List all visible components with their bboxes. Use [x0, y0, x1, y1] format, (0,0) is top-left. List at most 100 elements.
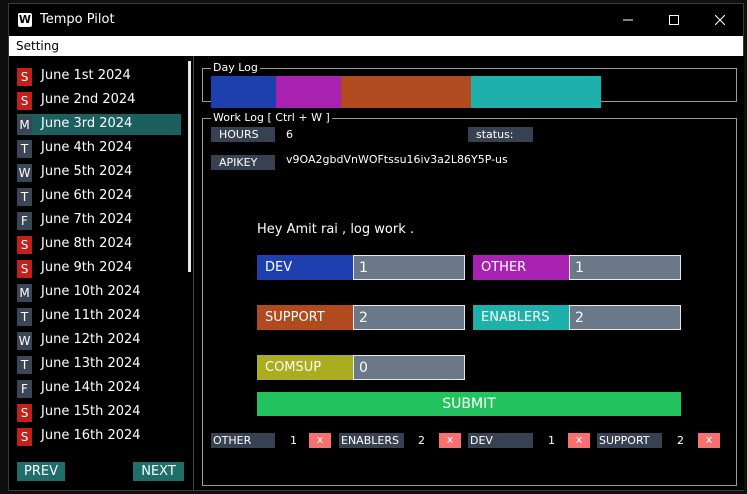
date-label: June 10th 2024 [41, 284, 141, 299]
main-panel: Day Log Work Log [ Ctrl + W ] HOURS 6 st… [193, 56, 744, 490]
chip-label: ENABLERS [339, 433, 404, 448]
enablers-hours-input[interactable]: 2 [569, 305, 681, 330]
day-log-segment-support [341, 76, 471, 108]
weekday-badge: S [17, 260, 32, 278]
chip-remove-button[interactable]: x [698, 433, 720, 448]
menu-item-setting[interactable]: Setting [16, 39, 59, 53]
app-logo-icon: W [18, 13, 32, 27]
day-log-legend: Day Log [211, 61, 260, 75]
day-log-segment-enablers [471, 76, 601, 108]
date-list-item[interactable]: F June 14th 2024 [17, 378, 181, 399]
chip-label: DEV [468, 433, 533, 448]
weekday-badge: W [17, 332, 32, 350]
comsup-category-label: COMSUP [257, 355, 354, 380]
date-label: June 9th 2024 [41, 260, 133, 275]
chip-count: 1 [290, 434, 297, 447]
chip-label: OTHER [211, 433, 275, 448]
weekday-badge: T [17, 356, 32, 374]
work-log-group: Work Log [ Ctrl + W ] HOURS 6 status: AP… [202, 111, 737, 486]
date-label: June 13th 2024 [41, 356, 141, 371]
weekday-badge: M [17, 116, 32, 134]
menu-bar: Setting [9, 36, 743, 56]
support-category-label: SUPPORT [257, 305, 354, 330]
other-category-label: OTHER [473, 255, 570, 280]
greeting-text: Hey Amit rai , log work . [257, 222, 414, 237]
date-list-item[interactable]: S June 2nd 2024 [17, 90, 181, 111]
enablers-category-label: ENABLERS [473, 305, 570, 330]
date-label: June 4th 2024 [41, 140, 133, 155]
date-label: June 11th 2024 [41, 308, 141, 323]
maximize-icon [669, 15, 679, 25]
weekday-badge: T [17, 308, 32, 326]
weekday-badge: S [17, 92, 32, 110]
date-list-item[interactable]: T June 11th 2024 [17, 306, 181, 327]
next-button[interactable]: NEXT [133, 462, 184, 481]
apikey-label: APIKEY [211, 155, 275, 170]
date-list-item[interactable]: S June 8th 2024 [17, 234, 181, 255]
date-label: June 14th 2024 [41, 380, 141, 395]
chip-count: 1 [548, 434, 555, 447]
date-label: June 2nd 2024 [41, 92, 136, 107]
apikey-value: v9OA2gbdVnWOFtssu16iv3a2L86Y5P-us [286, 153, 508, 166]
weekday-badge: S [17, 68, 32, 86]
support-hours-input[interactable]: 2 [353, 305, 465, 330]
title-bar: W Tempo Pilot [9, 4, 743, 36]
maximize-button[interactable] [651, 4, 697, 36]
app-window: W Tempo Pilot Setting S June 1st 2024 S Jun… [8, 3, 744, 491]
weekday-badge: W [17, 164, 32, 182]
weekday-badge: M [17, 284, 32, 302]
date-label: June 5th 2024 [41, 164, 133, 179]
minimize-icon [623, 19, 633, 21]
weekday-badge: F [17, 380, 32, 398]
submit-button[interactable]: SUBMIT [257, 392, 681, 416]
chip-remove-button[interactable]: x [439, 433, 461, 448]
chip-remove-button[interactable]: x [309, 433, 331, 448]
date-list-item[interactable]: T June 6th 2024 [17, 186, 181, 207]
minimize-button[interactable] [605, 4, 651, 36]
date-list-item[interactable]: S June 16th 2024 [17, 426, 181, 447]
hours-label: HOURS [211, 127, 275, 142]
comsup-hours-input[interactable]: 0 [353, 355, 465, 380]
close-button[interactable] [697, 4, 743, 36]
chip-label: SUPPORT [597, 433, 662, 448]
date-list-item[interactable]: M June 10th 2024 [17, 282, 181, 303]
prev-button[interactable]: PREV [17, 462, 65, 481]
date-list-item[interactable]: S June 9th 2024 [17, 258, 181, 279]
close-icon [715, 15, 725, 25]
sidebar-scrollbar[interactable] [188, 61, 191, 272]
weekday-badge: S [17, 428, 32, 446]
date-label: June 16th 2024 [41, 428, 141, 443]
day-log-segment-other [276, 76, 341, 108]
date-sidebar: S June 1st 2024 S June 2nd 2024 M June 3rd 20… [9, 56, 192, 490]
weekday-badge: T [17, 188, 32, 206]
day-log-segment-dev [211, 76, 276, 108]
weekday-badge: F [17, 212, 32, 230]
date-label: June 3rd 2024 [41, 116, 133, 131]
chip-count: 2 [418, 434, 425, 447]
date-list-item[interactable]: T June 13th 2024 [17, 354, 181, 375]
date-list-item[interactable]: S June 15th 2024 [17, 402, 181, 423]
date-label: June 7th 2024 [41, 212, 133, 227]
date-label: June 1st 2024 [41, 68, 131, 83]
other-hours-input[interactable]: 1 [569, 255, 681, 280]
date-label: June 6th 2024 [41, 188, 133, 203]
dev-category-label: DEV [257, 255, 354, 280]
dev-hours-input[interactable]: 1 [353, 255, 465, 280]
date-list-item[interactable]: W June 5th 2024 [17, 162, 181, 183]
date-list-item[interactable]: S June 1st 2024 [17, 66, 181, 87]
window-title: Tempo Pilot [40, 12, 115, 27]
hours-value: 6 [286, 128, 293, 141]
date-label: June 8th 2024 [41, 236, 133, 251]
weekday-badge: T [17, 140, 32, 158]
date-list-item[interactable]: M June 3rd 2024 [17, 114, 181, 135]
weekday-badge: S [17, 404, 32, 422]
date-list-item[interactable]: W June 12th 2024 [17, 330, 181, 351]
weekday-badge: S [17, 236, 32, 254]
date-list-item[interactable]: T June 4th 2024 [17, 138, 181, 159]
date-list-item[interactable]: F June 7th 2024 [17, 210, 181, 231]
work-log-legend: Work Log [ Ctrl + W ] [211, 111, 332, 125]
chip-remove-button[interactable]: x [568, 433, 590, 448]
date-label: June 12th 2024 [41, 332, 141, 347]
date-label: June 15th 2024 [41, 404, 141, 419]
chip-count: 2 [677, 434, 684, 447]
